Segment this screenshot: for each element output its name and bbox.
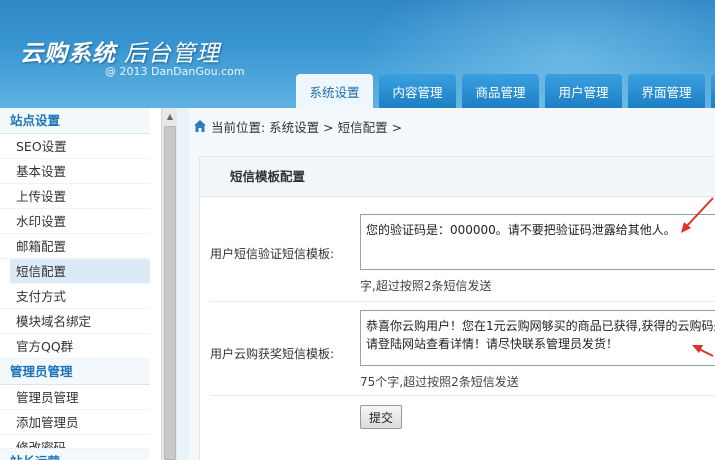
prize-template-textarea[interactable]: 恭喜你云购用户！您在1元云购网够买的商品已获得,获得的云购码是 请登陆网站查看详… bbox=[360, 310, 715, 366]
verify-template-textarea[interactable]: 您的验证码是：000000。请不要把验证码泄露给其他人。 bbox=[360, 214, 715, 270]
verify-template-value: 您的验证码是：000000。请不要把验证码泄露给其他人。 bbox=[366, 223, 676, 237]
sidebar-heading-operations: 站长运营 bbox=[0, 449, 150, 460]
verify-template-hint: 字,超过按照2条短信发送 bbox=[360, 279, 492, 293]
top-nav-tabs: 系统设置 内容管理 商品管理 用户管理 界面管理 bbox=[296, 74, 715, 108]
panel-title: 短信模板配置 bbox=[200, 157, 715, 197]
prize-template-hint: 75个字,超过按照2条短信发送 bbox=[360, 375, 519, 389]
tab-system-settings[interactable]: 系统设置 bbox=[296, 74, 373, 108]
sidebar-item-basic[interactable]: 基本设置 bbox=[0, 159, 150, 184]
row-divider bbox=[210, 395, 715, 396]
sidebar-item-upload[interactable]: 上传设置 bbox=[0, 184, 150, 209]
sms-template-panel: 短信模板配置 用户短信验证短信模板: 您的验证码是：000000。请不要把验证码… bbox=[199, 156, 715, 460]
scroll-thumb[interactable] bbox=[164, 126, 176, 460]
submit-button[interactable]: 提交 bbox=[360, 405, 402, 429]
home-icon bbox=[193, 119, 207, 133]
sidebar-item-domain-binding[interactable]: 模块域名绑定 bbox=[0, 309, 150, 334]
annotation-arrow-icon bbox=[692, 345, 714, 357]
breadcrumb: 当前位置: 系统设置 > 短信配置 > bbox=[189, 108, 715, 144]
copyright-text: @ 2013 DanDanGou.com bbox=[105, 65, 245, 78]
logo-main-text: 云购系统 bbox=[20, 41, 116, 67]
row-divider bbox=[210, 301, 715, 302]
verify-template-label: 用户短信验证短信模板: bbox=[210, 247, 335, 261]
sidebar-item-watermark[interactable]: 水印设置 bbox=[0, 209, 150, 234]
scroll-up-arrow-icon[interactable]: ▲ bbox=[162, 108, 178, 124]
sidebar-item-add-admin[interactable]: 添加管理员 bbox=[0, 410, 150, 435]
sidebar-heading-admin: 管理员管理 bbox=[0, 359, 150, 385]
sidebar-item-change-password[interactable]: 修改密码 bbox=[0, 435, 150, 449]
sidebar-gap bbox=[177, 108, 189, 460]
sidebar-heading-site-settings: 站点设置 bbox=[0, 108, 150, 134]
sidebar-item-sms[interactable]: 短信配置 bbox=[10, 259, 150, 284]
sidebar-item-payment[interactable]: 支付方式 bbox=[0, 284, 150, 309]
tab-interface-management[interactable]: 界面管理 bbox=[628, 74, 705, 108]
sidebar-item-admin-manage[interactable]: 管理员管理 bbox=[0, 385, 150, 410]
prize-template-label: 用户云购获奖短信模板: bbox=[210, 347, 335, 361]
tab-product-management[interactable]: 商品管理 bbox=[462, 74, 539, 108]
prize-template-line1: 恭喜你云购用户！您在1元云购网够买的商品已获得,获得的云购码是 bbox=[366, 319, 715, 333]
prize-template-line2: 请登陆网站查看详情！请尽快联系管理员发货！ bbox=[366, 337, 619, 351]
logo-sub-text: 后台管理 bbox=[124, 41, 220, 67]
sidebar-scrollbar[interactable]: ▲ bbox=[161, 108, 177, 460]
tab-user-management[interactable]: 用户管理 bbox=[545, 74, 622, 108]
breadcrumb-text: 当前位置: 系统设置 > 短信配置 > bbox=[211, 119, 403, 135]
tab-more-partial[interactable] bbox=[711, 74, 715, 108]
tab-content-management[interactable]: 内容管理 bbox=[379, 74, 456, 108]
main-content: 当前位置: 系统设置 > 短信配置 > 短信模板配置 用户短信验证短信模板: 您… bbox=[189, 108, 715, 460]
sidebar-item-seo[interactable]: SEO设置 bbox=[0, 134, 150, 159]
sidebar-item-qq-group[interactable]: 官方QQ群 bbox=[0, 334, 150, 359]
app-header: 云购系统 后台管理 @ 2013 DanDanGou.com 系统设置 内容管理 … bbox=[0, 0, 715, 108]
sidebar: 站点设置 SEO设置 基本设置 上传设置 水印设置 邮箱配置 短信配置 支付方式… bbox=[0, 108, 160, 460]
sidebar-item-email[interactable]: 邮箱配置 bbox=[0, 234, 150, 259]
logo-title: 云购系统 后台管理 bbox=[20, 34, 220, 68]
annotation-arrow-icon bbox=[681, 197, 714, 233]
